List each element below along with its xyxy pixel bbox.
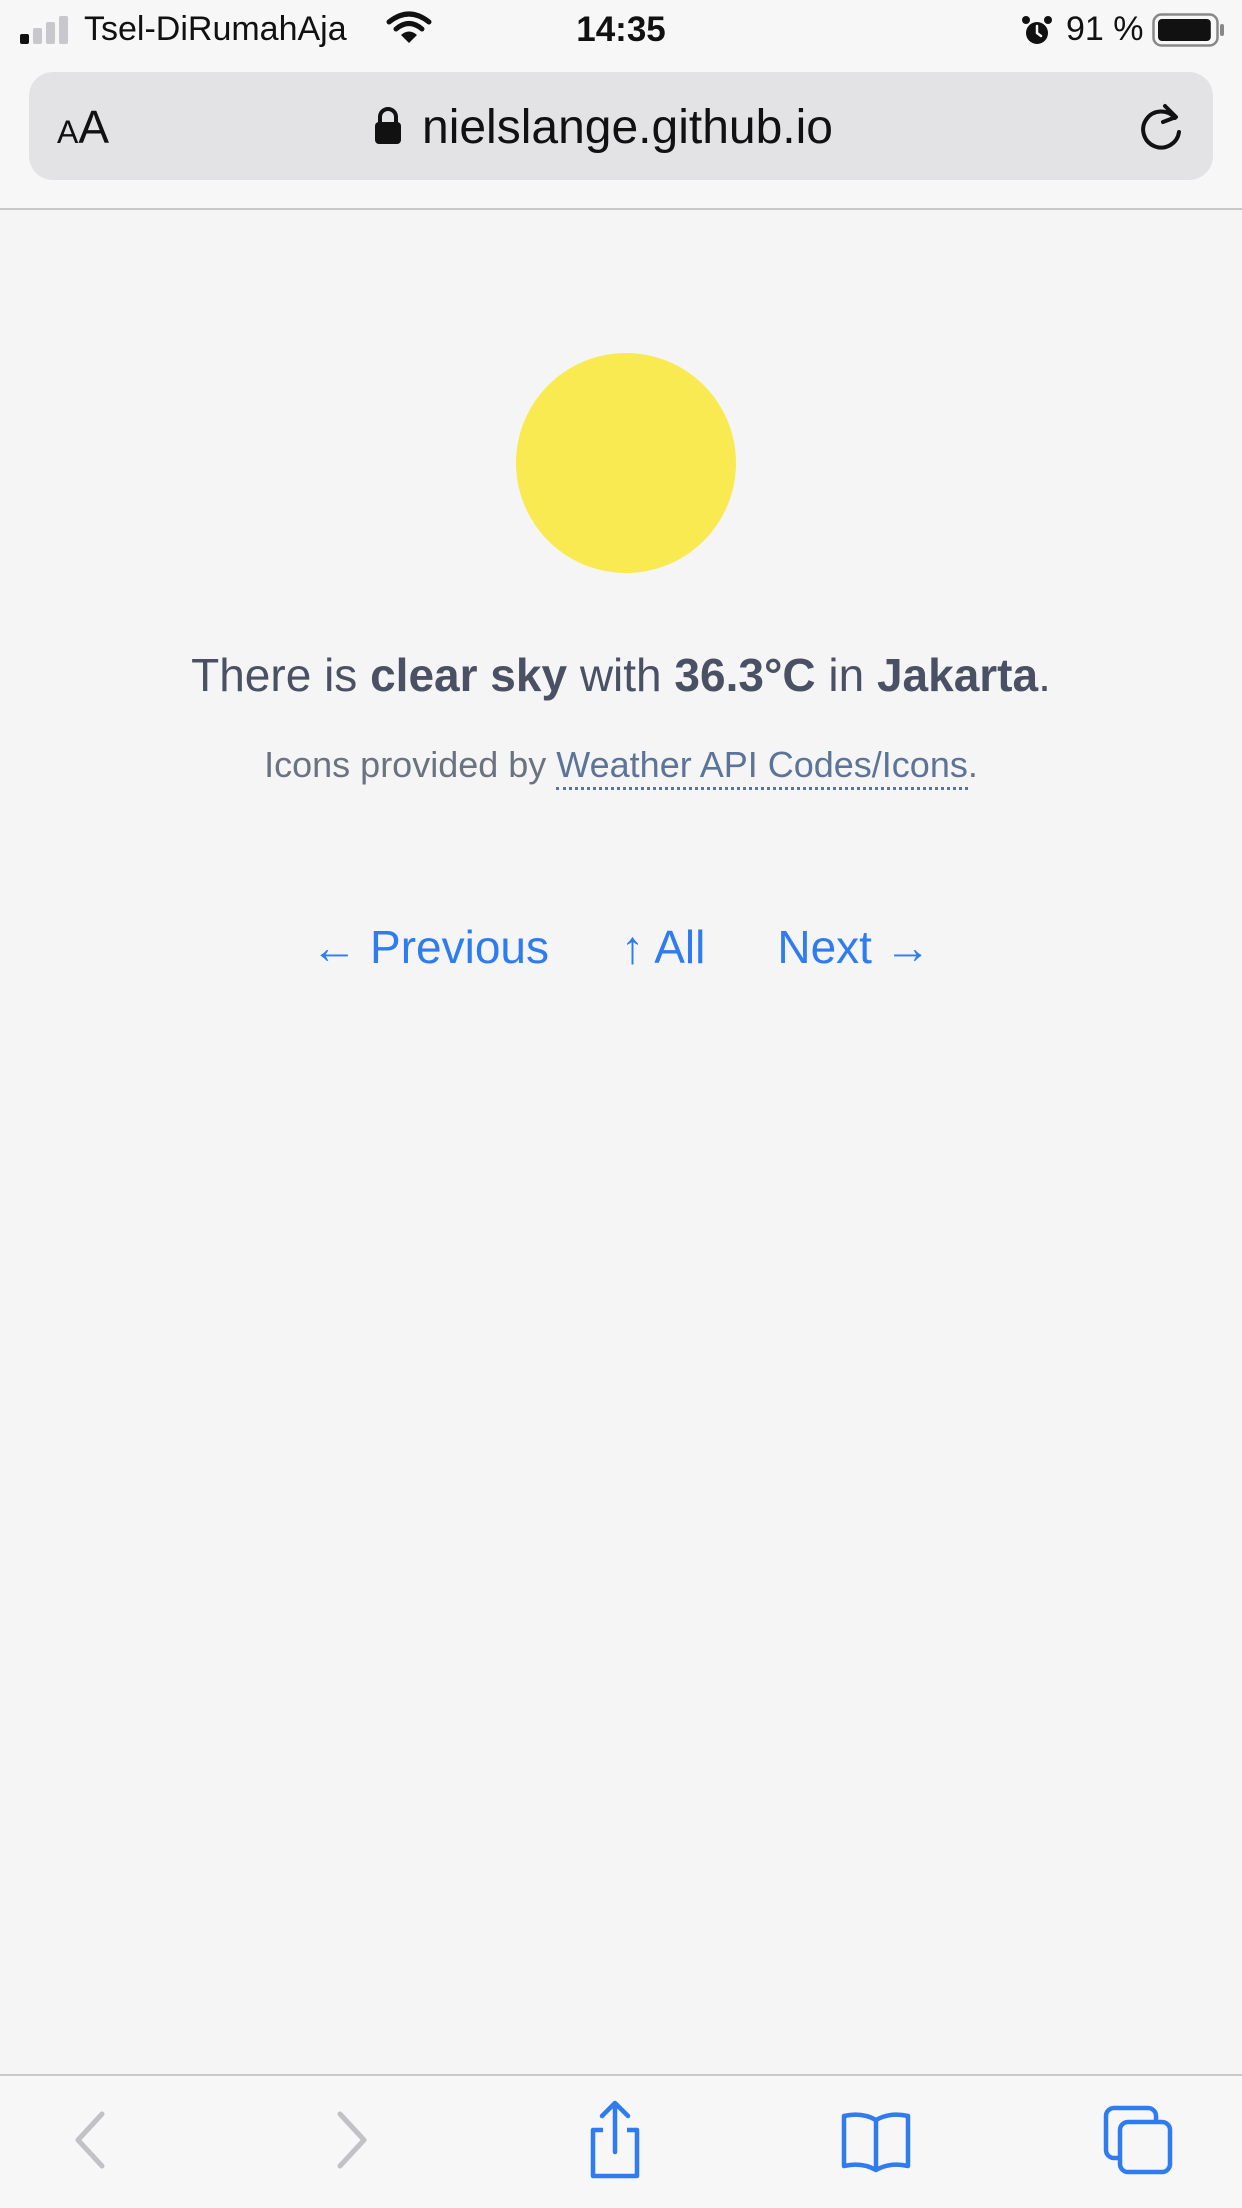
next-link[interactable]: Next →: [777, 920, 930, 974]
weather-summary: There is clear sky with 36.3°C in Jakart…: [191, 649, 1051, 701]
bookmarks-button[interactable]: [840, 2100, 912, 2180]
forward-icon: [337, 2111, 367, 2169]
page-navigation: ← Previous ↑ All Next →: [0, 920, 1242, 974]
status-bar: Tsel-DiRumahAja 14:35 91 %: [0, 0, 1242, 62]
lock-icon: [375, 107, 401, 144]
icon-credit: Icons provided by Weather API Codes/Icon…: [0, 744, 1242, 790]
share-icon: [590, 2100, 640, 2179]
text-size-button[interactable]: AA: [57, 102, 127, 152]
all-link[interactable]: ↑ All: [621, 920, 705, 974]
weather-condition: clear sky: [370, 649, 568, 701]
back-button[interactable]: [56, 2100, 128, 2180]
back-icon: [75, 2111, 105, 2169]
url-text[interactable]: nielslange.github.io: [422, 100, 833, 155]
browser-toolbar: [0, 2074, 1242, 2208]
tabs-button[interactable]: [1102, 2100, 1174, 2180]
clock: 14:35: [576, 10, 666, 49]
battery-icon: [1152, 13, 1224, 47]
share-button[interactable]: [579, 2100, 651, 2180]
forward-button[interactable]: [314, 2100, 386, 2180]
battery-percent: 91 %: [1066, 10, 1144, 48]
weather-temperature: 36.3°C: [674, 649, 816, 701]
sun-icon: [516, 353, 736, 573]
browser-address-bar: AA nielslange.github.io: [0, 62, 1242, 210]
reload-icon[interactable]: [1135, 102, 1187, 154]
alarm-icon: [1022, 16, 1052, 44]
weather-city: Jakarta: [876, 649, 1039, 701]
url-field[interactable]: AA nielslange.github.io: [29, 72, 1213, 180]
credit-link[interactable]: Weather API Codes/Icons: [556, 744, 968, 790]
previous-link[interactable]: ← Previous: [311, 920, 549, 974]
bookmarks-icon: [841, 2112, 911, 2173]
tabs-icon: [1103, 2105, 1173, 2175]
